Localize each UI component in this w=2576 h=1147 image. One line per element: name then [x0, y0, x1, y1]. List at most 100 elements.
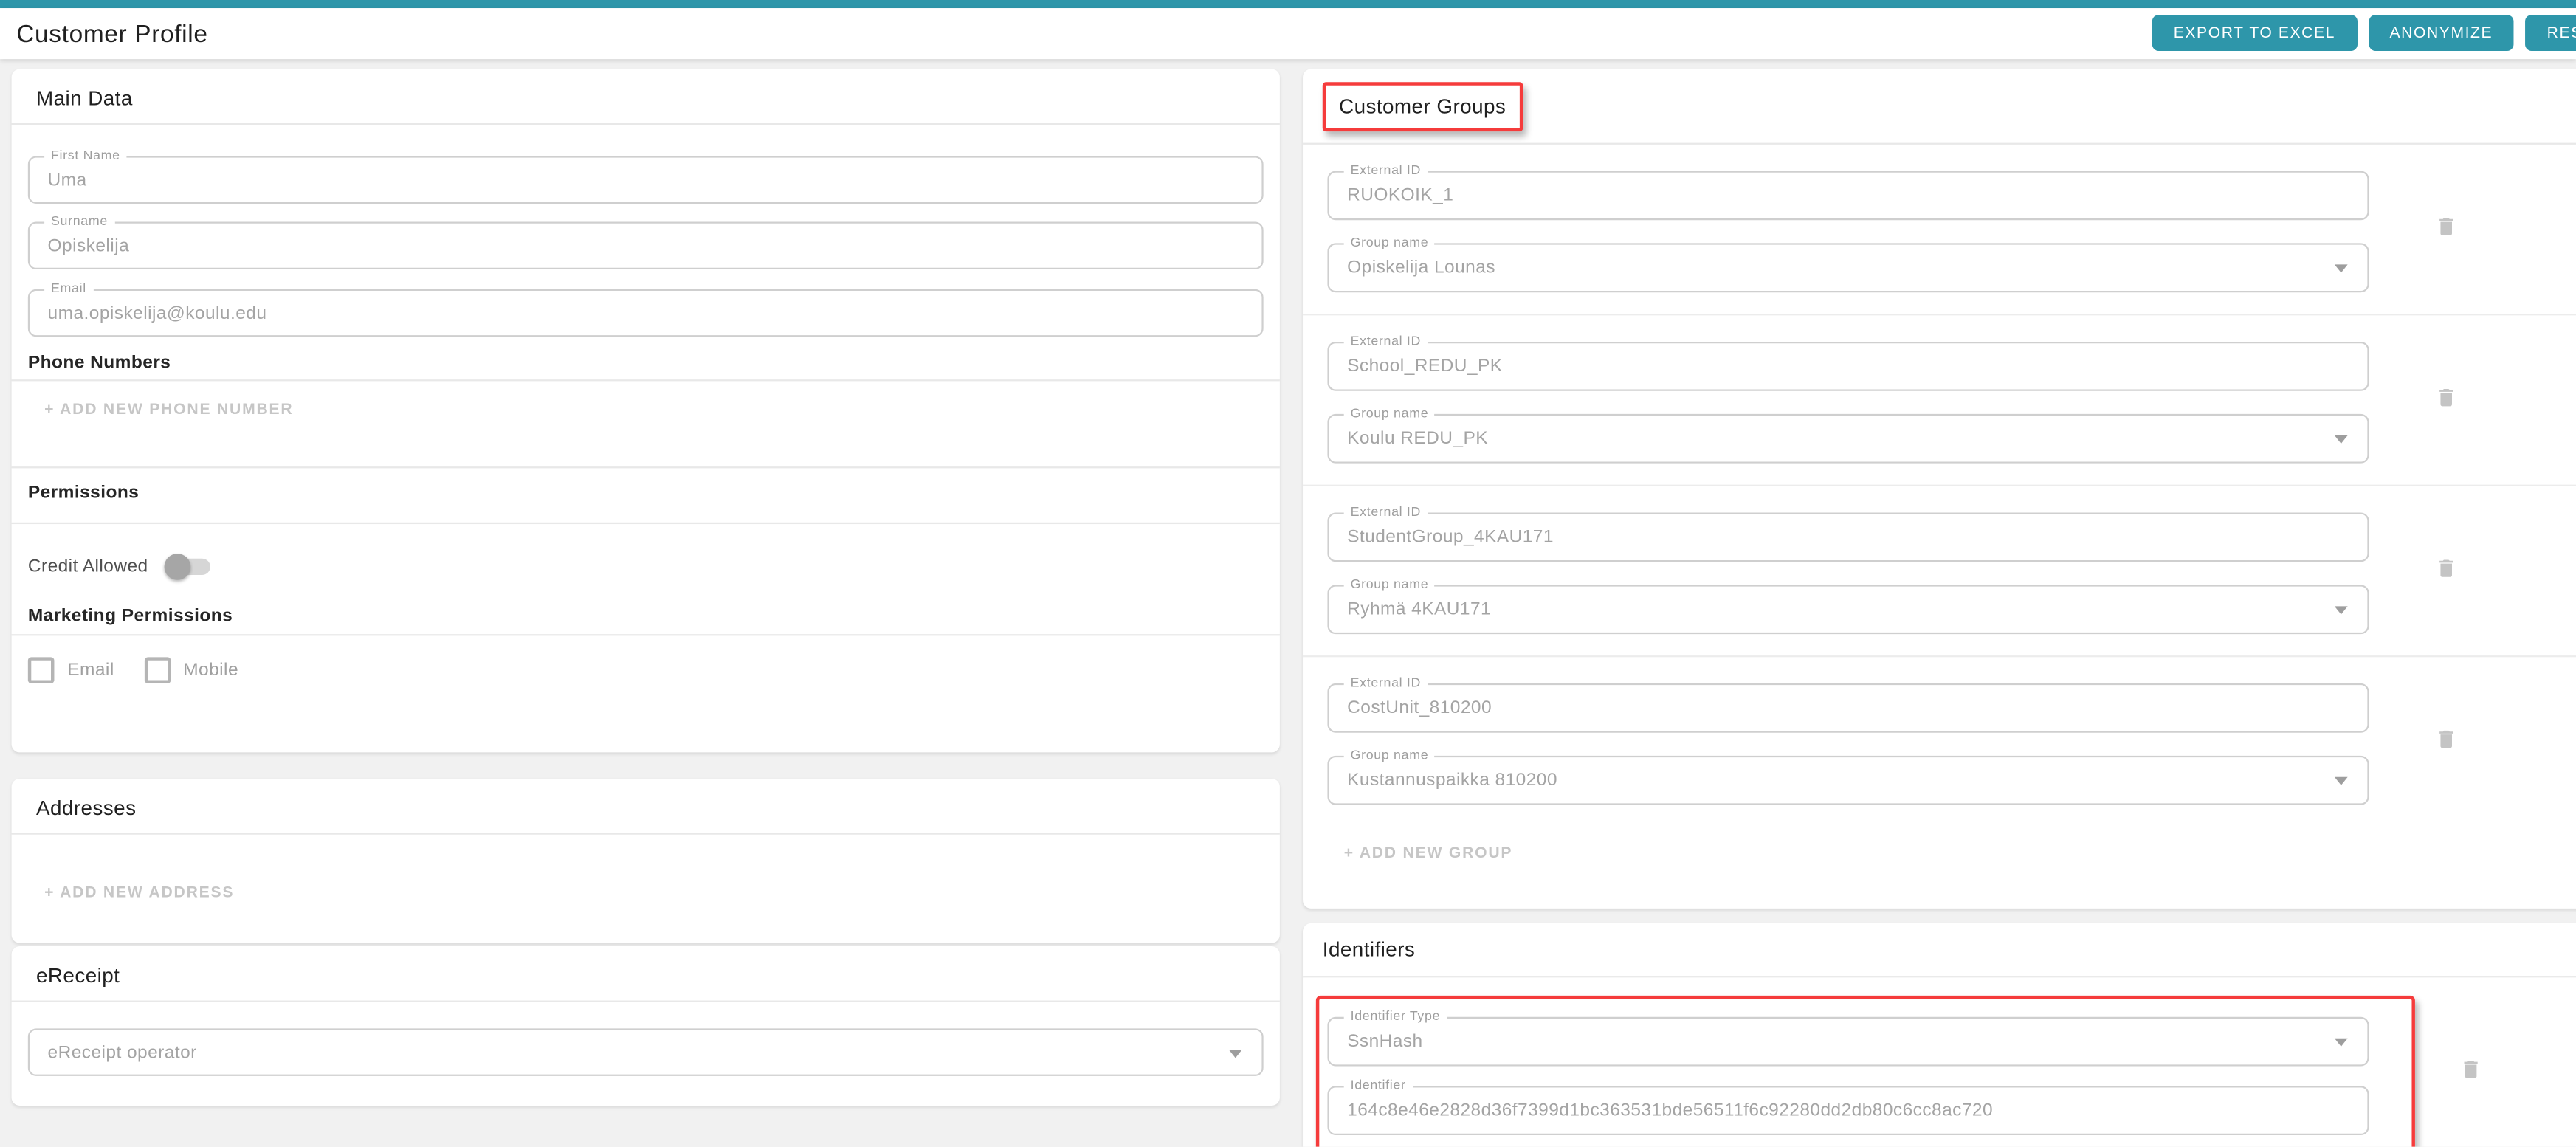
email-field[interactable]: Email uma.opiskelija@koulu.edu [27, 280, 1264, 337]
external-id-field[interactable]: External ID CostUnit_810200 [1327, 675, 2369, 733]
anonymize-button[interactable]: ANONYMIZE [2368, 15, 2515, 51]
annotation-highlight: Customer Groups [1322, 82, 1523, 132]
checkbox-icon [27, 657, 55, 683]
dropdown-arrow-icon [2334, 435, 2348, 444]
mobile-checkbox-label: Mobile [183, 660, 239, 681]
delete-group-button[interactable] [2435, 386, 2458, 409]
dropdown-arrow-icon [2334, 776, 2348, 785]
right-column: Customer Groups External ID RUOKOIK_1 Gr… [1303, 69, 2576, 1147]
dropdown-arrow-icon [2334, 606, 2348, 615]
credit-allowed-label: Credit Allowed [27, 557, 148, 577]
customer-group-row: External ID RUOKOIK_1 Group name Opiskel… [1303, 145, 2576, 316]
external-id-value: CostUnit_810200 [1347, 698, 1492, 718]
customer-group-row: External ID StudentGroup_4KAU171 Group n… [1303, 486, 2576, 658]
marketing-permissions-heading: Marketing Permissions [11, 604, 1280, 636]
external-id-label: External ID [1343, 333, 1428, 351]
identifier-field[interactable]: Identifier 164c8e46e2828d36f7399d1bc3635… [1327, 1078, 2369, 1136]
delete-group-button[interactable] [2435, 557, 2458, 580]
group-name-label: Group name [1343, 747, 1436, 764]
group-name-value: Koulu REDU_PK [1347, 428, 1489, 449]
delete-identifier-button[interactable] [2459, 1058, 2482, 1081]
identifiers-card: Identifiers Identifier Type SsnHash Iden… [1303, 923, 2576, 1147]
dropdown-arrow-icon [2334, 264, 2348, 273]
identifier-type-value: SsnHash [1347, 1031, 1423, 1052]
trash-icon [2439, 218, 2453, 235]
add-phone-number-link[interactable]: + ADD NEW PHONE NUMBER [44, 402, 293, 418]
add-address-link[interactable]: + ADD NEW ADDRESS [44, 885, 234, 902]
addresses-title: Addresses [11, 779, 1280, 835]
content: Main Data First Name Uma Surname Opiskel… [0, 59, 2576, 1147]
customer-group-row: External ID School_REDU_PK Group name Ko… [1303, 315, 2576, 486]
ereceipt-operator-placeholder: eReceipt operator [47, 1042, 197, 1062]
left-column: Main Data First Name Uma Surname Opiskel… [11, 69, 1280, 1106]
trash-icon [2439, 559, 2453, 577]
credit-allowed-toggle[interactable] [164, 552, 214, 582]
identifier-type-select[interactable]: Identifier Type SsnHash [1327, 1008, 2369, 1067]
section-divider [11, 466, 1280, 469]
group-name-select[interactable]: Group name Ryhmä 4KAU171 [1327, 576, 2369, 635]
external-id-value: School_REDU_PK [1347, 356, 1503, 376]
credit-allowed-row: Credit Allowed [28, 551, 1264, 584]
ereceipt-title: eReceipt [11, 946, 1280, 1002]
dropdown-arrow-icon [1228, 1049, 1242, 1058]
group-name-select[interactable]: Group name Kustannuspaikka 810200 [1327, 747, 2369, 805]
email-label: Email [44, 280, 93, 297]
external-id-label: External ID [1343, 504, 1428, 521]
group-name-select[interactable]: Group name Koulu REDU_PK [1327, 405, 2369, 464]
external-id-value: RUOKOIK_1 [1347, 185, 1454, 206]
customer-group-row: External ID CostUnit_810200 Group name K… [1303, 657, 2576, 826]
group-name-label: Group name [1343, 576, 1436, 593]
surname-field[interactable]: Surname Opiskelija [27, 213, 1264, 270]
external-id-label: External ID [1343, 675, 1428, 692]
top-accent-bar [0, 0, 2576, 9]
external-id-value: StudentGroup_4KAU171 [1347, 527, 1554, 548]
first-name-label: First Name [44, 148, 127, 165]
group-name-value: Opiskelija Lounas [1347, 258, 1495, 278]
marketing-options-row: Email Mobile [27, 657, 1264, 683]
main-data-card: Main Data First Name Uma Surname Opiskel… [11, 69, 1280, 753]
toolbar: EXPORT TO EXCEL ANONYMIZE RESTRICT EDIT [2152, 15, 2576, 51]
external-id-field[interactable]: External ID RUOKOIK_1 [1327, 162, 2369, 221]
email-checkbox-label: Email [67, 660, 114, 681]
surname-value: Opiskelija [47, 235, 130, 256]
surname-label: Surname [44, 213, 114, 230]
page-title: Customer Profile [16, 19, 208, 48]
group-name-select[interactable]: Group name Opiskelija Lounas [1327, 235, 2369, 293]
first-name-value: Uma [47, 170, 87, 190]
page: Customer Profile EXPORT TO EXCEL ANONYMI… [0, 0, 2576, 1147]
identifier-type-label: Identifier Type [1343, 1008, 1447, 1025]
toggle-thumb [164, 554, 191, 580]
trash-icon [2439, 730, 2453, 748]
group-name-value: Kustannuspaikka 810200 [1347, 770, 1557, 790]
addresses-card: Addresses + ADD NEW ADDRESS [11, 779, 1280, 943]
group-name-label: Group name [1343, 405, 1436, 423]
identifier-label: Identifier [1343, 1078, 1413, 1095]
delete-group-button[interactable] [2435, 216, 2458, 238]
app-bar: Customer Profile EXPORT TO EXCEL ANONYMI… [0, 8, 2576, 60]
group-name-label: Group name [1343, 235, 1436, 252]
trash-icon [2439, 388, 2453, 407]
first-name-field[interactable]: First Name Uma [27, 148, 1264, 204]
main-data-title: Main Data [11, 69, 1280, 125]
customer-groups-card: Customer Groups External ID RUOKOIK_1 Gr… [1303, 69, 2576, 909]
identifier-value: 164c8e46e2828d36f7399d1bc363531bde56511f… [1347, 1100, 1994, 1120]
email-checkbox[interactable]: Email [27, 657, 114, 683]
email-value: uma.opiskelija@koulu.edu [47, 303, 267, 323]
permissions-heading: Permissions [11, 481, 1280, 525]
annotation-highlight: Identifier Type SsnHash Identifier 164c8… [1315, 995, 2415, 1147]
external-id-field[interactable]: External ID StudentGroup_4KAU171 [1327, 504, 2369, 562]
delete-group-button[interactable] [2435, 728, 2458, 751]
phone-numbers-heading: Phone Numbers [11, 351, 1280, 382]
restrict-button[interactable]: RESTRICT [2525, 15, 2576, 51]
export-to-excel-button[interactable]: EXPORT TO EXCEL [2152, 15, 2357, 51]
customer-groups-title: Customer Groups [1339, 95, 1506, 119]
trash-icon [2464, 1061, 2478, 1078]
ereceipt-card: eReceipt eReceipt operator [11, 946, 1280, 1106]
external-id-field[interactable]: External ID School_REDU_PK [1327, 333, 2369, 391]
add-group-link[interactable]: + ADD NEW GROUP [1344, 845, 1513, 862]
group-name-value: Ryhmä 4KAU171 [1347, 599, 1492, 620]
identifiers-title: Identifiers [1303, 923, 2576, 978]
mobile-checkbox[interactable]: Mobile [143, 657, 239, 683]
ereceipt-operator-select[interactable]: eReceipt operator [27, 1028, 1264, 1076]
checkbox-icon [143, 657, 171, 683]
